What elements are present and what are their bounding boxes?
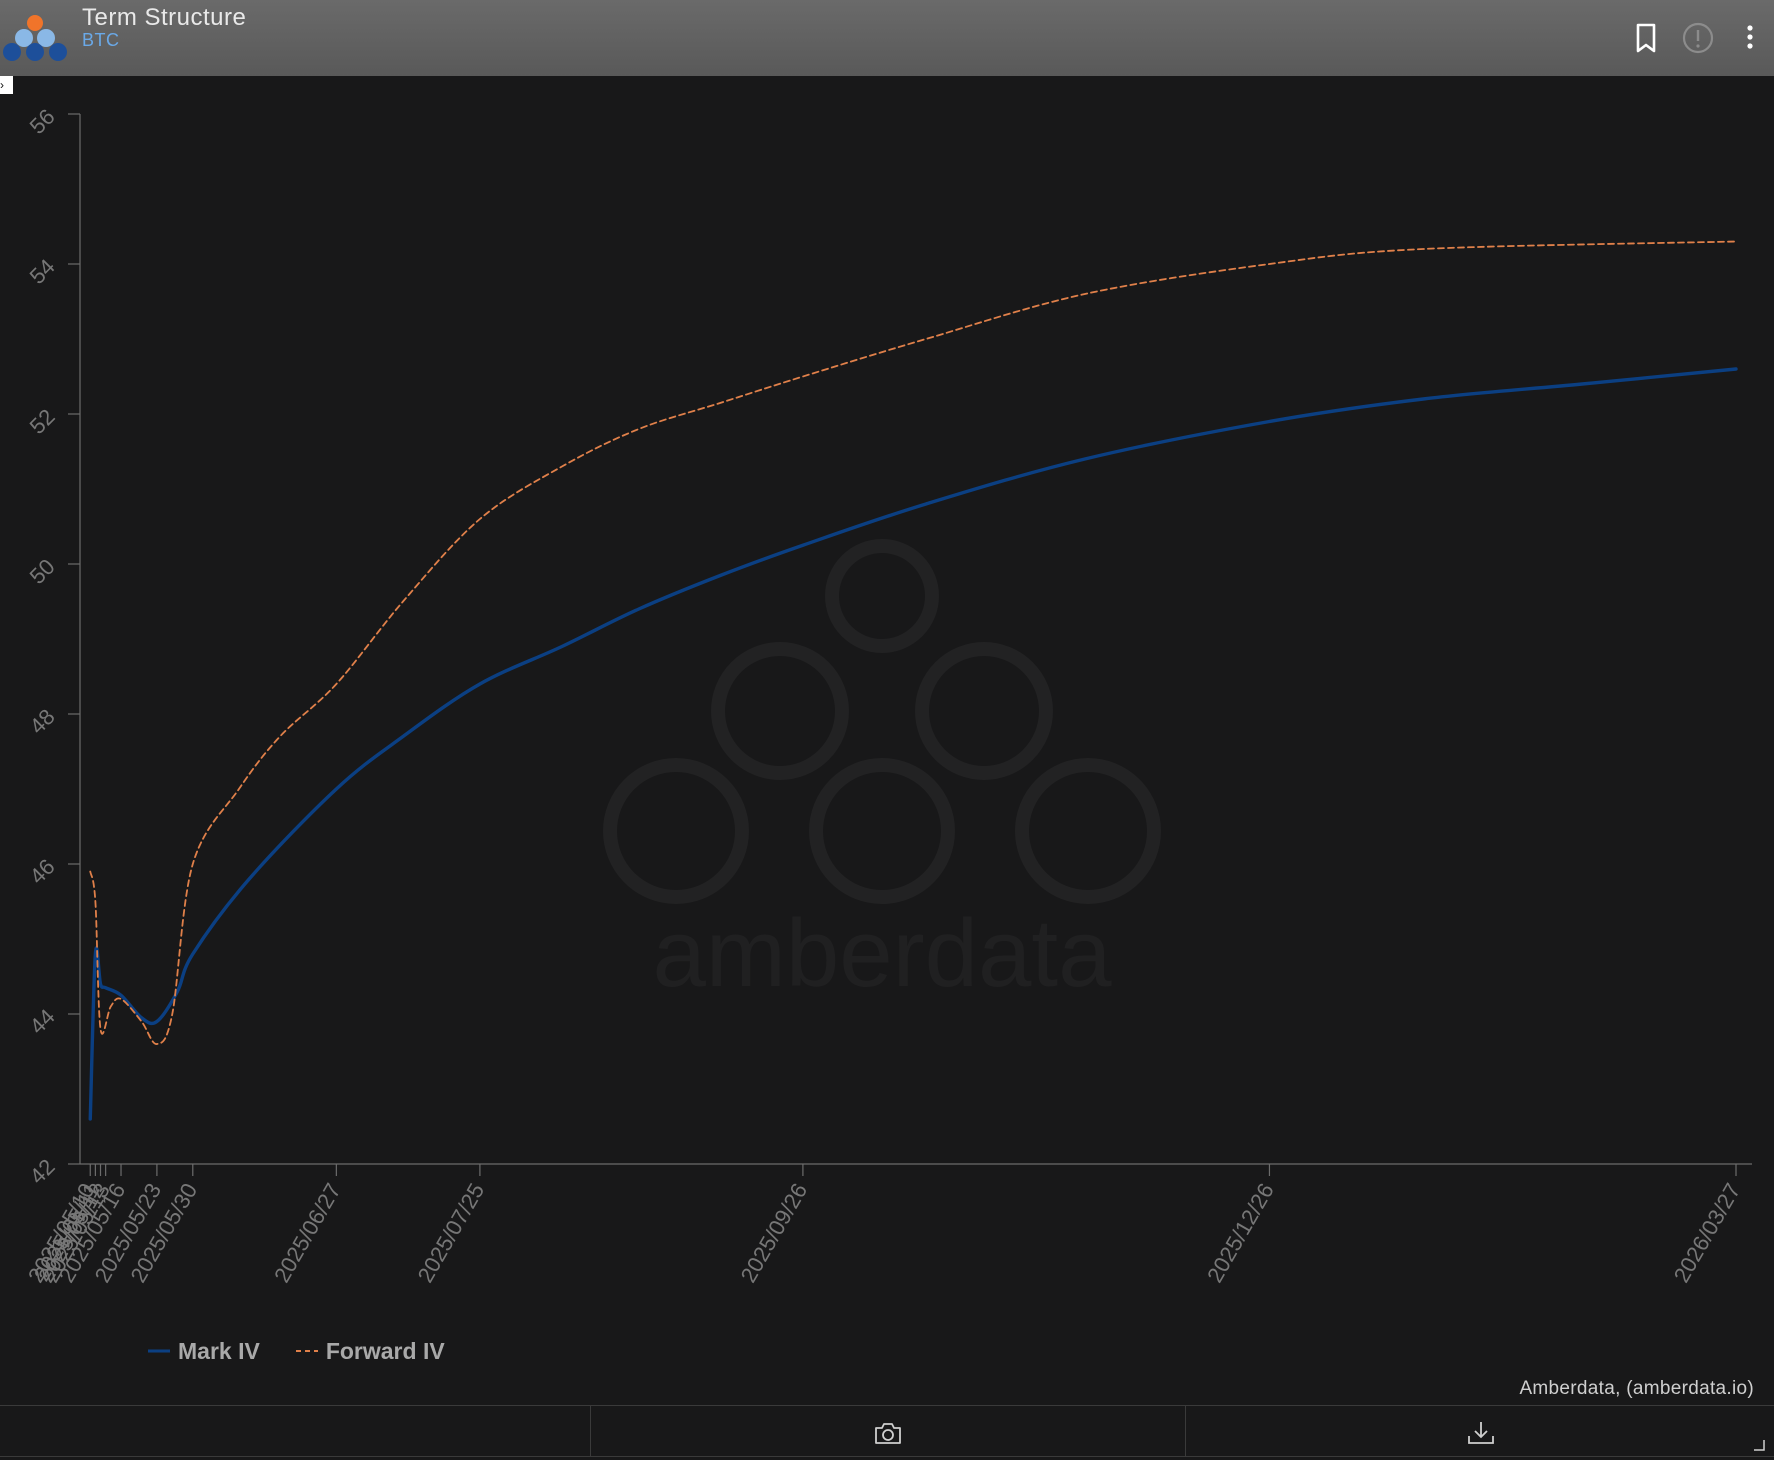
resize-handle-icon[interactable] bbox=[1752, 1438, 1766, 1452]
logo-icon bbox=[3, 15, 67, 61]
x-tick-label: 2025/06/27 bbox=[269, 1179, 346, 1287]
legend-item-forward-iv[interactable]: Forward IV bbox=[295, 1337, 445, 1365]
footer-toolbar bbox=[0, 1405, 1774, 1457]
camera-icon[interactable] bbox=[873, 1420, 903, 1446]
page-title: Term Structure bbox=[82, 4, 247, 31]
x-axis: 2025/05/102025/05/112025/05/122025/05/13… bbox=[23, 1163, 1752, 1287]
y-tick-label: 54 bbox=[25, 254, 60, 289]
legend: Mark IV Forward IV bbox=[148, 1336, 445, 1366]
y-tick-label: 42 bbox=[25, 1154, 60, 1189]
x-tick-label: 2025/09/26 bbox=[736, 1179, 813, 1287]
y-tick-label: 52 bbox=[25, 404, 60, 439]
more-vertical-icon[interactable] bbox=[1730, 18, 1770, 58]
y-tick-label: 56 bbox=[25, 104, 60, 139]
legend-item-mark-iv[interactable]: Mark IV bbox=[148, 1338, 260, 1365]
x-tick-label: 2026/03/27 bbox=[1669, 1179, 1746, 1287]
x-tick-label: 2025/07/25 bbox=[413, 1179, 490, 1287]
x-tick-label: 2025/12/26 bbox=[1202, 1179, 1279, 1287]
bookmark-icon[interactable] bbox=[1626, 18, 1666, 58]
legend-swatch-mark-iv bbox=[148, 1349, 170, 1353]
legend-swatch-forward-iv bbox=[295, 1350, 318, 1352]
legend-label-mark-iv: Mark IV bbox=[178, 1337, 260, 1364]
y-tick-label: 48 bbox=[25, 704, 60, 739]
y-tick-label: 44 bbox=[25, 1004, 60, 1039]
page-subtitle: BTC bbox=[82, 30, 120, 50]
watermark: amberdata bbox=[603, 539, 1161, 1007]
download-icon[interactable] bbox=[1466, 1420, 1496, 1446]
y-tick-label: 46 bbox=[25, 854, 60, 889]
y-axis: 42 44 46 48 50 52 54 56 bbox=[25, 104, 81, 1189]
y-tick-label: 50 bbox=[25, 554, 60, 589]
footer-cell-left bbox=[0, 1406, 591, 1456]
legend-label-forward-iv: Forward IV bbox=[325, 1337, 445, 1364]
header-bar: Term Structure BTC bbox=[0, 0, 1774, 76]
info-icon[interactable] bbox=[1678, 18, 1718, 58]
footer-cell-right bbox=[1186, 1406, 1774, 1456]
footer-cell-center bbox=[591, 1406, 1186, 1456]
svg-text:amberdata: amberdata bbox=[653, 900, 1113, 1007]
credit-text: Amberdata, (amberdata.io) bbox=[1519, 1378, 1754, 1399]
term-structure-chart: amberdata 42 44 46 48 50 52 54 56 2025/05/10202… bbox=[23, 104, 1752, 1287]
